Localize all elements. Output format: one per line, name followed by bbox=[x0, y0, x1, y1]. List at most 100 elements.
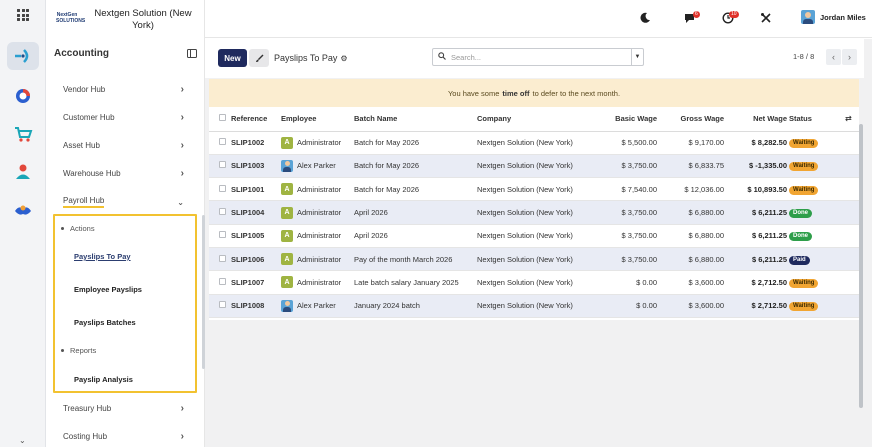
row-checkbox[interactable] bbox=[209, 224, 231, 248]
column-header[interactable]: Gross Wage bbox=[659, 107, 726, 132]
cell-basic-wage: $ 5,500.00 bbox=[603, 131, 659, 155]
sidebar-item-treasury-hub[interactable]: Treasury Hub › bbox=[63, 403, 184, 414]
cell-basic-wage: $ 3,750.00 bbox=[603, 247, 659, 272]
user-menu[interactable]: Jordan Miles bbox=[801, 10, 866, 24]
chevron-down-icon: ⌄ bbox=[177, 197, 184, 207]
sidebar-item-asset-hub[interactable]: Asset Hub › bbox=[63, 140, 184, 151]
breadcrumb: Payslips To Pay ⚙ bbox=[274, 53, 348, 63]
column-header[interactable]: Employee bbox=[281, 107, 354, 132]
cell-gross-wage: $ 6,880.00 bbox=[659, 224, 726, 248]
pager-previous-button[interactable]: ‹ bbox=[826, 49, 841, 65]
column-header[interactable]: Reference bbox=[231, 107, 281, 132]
submenu-employee-payslips[interactable]: Employee Payslips bbox=[74, 285, 142, 294]
table-row[interactable]: SLIP1002 A Administrator Batch for May 2026… bbox=[209, 131, 859, 155]
table-row[interactable]: SLIP1007 A Administrator Late batch salary … bbox=[209, 270, 859, 295]
rail-expand-icon[interactable]: ⌄ bbox=[19, 436, 26, 445]
search-placeholder: Search... bbox=[451, 53, 482, 62]
search-options-dropdown[interactable]: ▼ bbox=[631, 49, 643, 65]
gear-icon[interactable]: ⚙ bbox=[340, 54, 347, 63]
cell-basic-wage: $ 3,750.00 bbox=[603, 200, 659, 225]
table-row[interactable]: SLIP1001 A Administrator Batch for May 2026… bbox=[209, 177, 859, 202]
employee-name: Alex Parker bbox=[297, 301, 336, 311]
chevron-right-icon: › bbox=[180, 403, 184, 414]
employee-avatar: A bbox=[281, 229, 293, 242]
table-row[interactable]: SLIP1004 A Administrator April 2026 Nextgen … bbox=[209, 200, 859, 225]
status-badge: Waiting bbox=[789, 139, 819, 149]
row-checkbox[interactable] bbox=[209, 247, 231, 272]
chat-count-badge: 6 bbox=[693, 11, 700, 18]
payslip-list: Reference Employee Batch Name Company Ba… bbox=[209, 107, 859, 320]
status-badge: Waiting bbox=[789, 278, 819, 288]
chevron-right-icon: › bbox=[180, 140, 184, 151]
payslip-table: Reference Employee Batch Name Company Ba… bbox=[209, 107, 859, 318]
cell-employee: A Administrator bbox=[281, 131, 354, 155]
employee-name: Administrator bbox=[297, 231, 342, 241]
column-header[interactable]: Company bbox=[477, 107, 603, 132]
optional-columns-icon[interactable]: ⇄ bbox=[845, 107, 859, 132]
cell-gross-wage: $ 6,880.00 bbox=[659, 247, 726, 272]
row-checkbox[interactable] bbox=[209, 270, 231, 295]
cell-net-wage: $ -1,335.00 bbox=[726, 154, 789, 179]
row-checkbox[interactable] bbox=[209, 200, 231, 225]
status-badge: Done bbox=[789, 232, 812, 242]
row-spacer bbox=[845, 224, 859, 248]
table-header-row: Reference Employee Batch Name Company Ba… bbox=[209, 107, 859, 132]
accounting-app-icon[interactable] bbox=[7, 42, 39, 70]
pager-value[interactable]: 1-8 / 8 bbox=[793, 52, 814, 61]
submenu-payslips-to-pay[interactable]: Payslips To Pay bbox=[74, 252, 131, 261]
brush-icon[interactable] bbox=[249, 49, 269, 67]
cell-net-wage: $ 6,211.25 bbox=[726, 247, 789, 272]
sidebar-item-costing-hub[interactable]: Costing Hub › bbox=[63, 431, 184, 442]
column-header[interactable]: Status bbox=[789, 107, 845, 132]
new-button[interactable]: New bbox=[218, 49, 247, 67]
pager-next-button[interactable]: › bbox=[842, 49, 857, 65]
page-title: Payslips To Pay bbox=[274, 53, 338, 63]
column-header[interactable]: Basic Wage bbox=[603, 107, 659, 132]
row-checkbox[interactable] bbox=[209, 294, 231, 318]
employee-avatar: A bbox=[281, 183, 293, 196]
chevron-right-icon: › bbox=[180, 431, 184, 442]
sidebar-item-customer-hub[interactable]: Customer Hub › bbox=[63, 112, 184, 123]
column-header[interactable]: Batch Name bbox=[354, 107, 477, 132]
cell-basic-wage: $ 7,540.00 bbox=[603, 177, 659, 202]
sidebar-item-label: Warehouse Hub bbox=[63, 169, 121, 178]
cell-status: Done bbox=[789, 200, 845, 225]
cell-company: Nextgen Solution (New York) bbox=[477, 200, 603, 225]
search-input[interactable]: Search... ▼ bbox=[432, 48, 644, 66]
row-spacer bbox=[845, 247, 859, 272]
status-badge: Paid bbox=[789, 255, 810, 265]
sidebar-item-payroll-hub[interactable]: Payroll Hub ⌄ bbox=[63, 196, 184, 208]
people-app-icon[interactable] bbox=[7, 158, 39, 186]
submenu-payslips-batches[interactable]: Payslips Batches bbox=[74, 318, 136, 327]
employee-name: Administrator bbox=[297, 208, 342, 218]
company-name[interactable]: Nextgen Solution (New York) bbox=[90, 8, 196, 32]
submenu-payslip-analysis[interactable]: Payslip Analysis bbox=[74, 375, 133, 384]
toggle-sidebar-icon[interactable] bbox=[187, 49, 197, 58]
cell-company: Nextgen Solution (New York) bbox=[477, 131, 603, 155]
apps-grid-icon[interactable] bbox=[17, 9, 29, 21]
cell-gross-wage: $ 3,600.00 bbox=[659, 294, 726, 318]
sidebar-item-warehouse-hub[interactable]: Warehouse Hub › bbox=[63, 168, 184, 179]
handshake-app-icon[interactable] bbox=[7, 196, 39, 224]
cell-reference: SLIP1007 bbox=[231, 270, 281, 295]
table-row[interactable]: SLIP1003 Alex Parker Batch for May 2026 Nex… bbox=[209, 154, 859, 179]
table-row[interactable]: SLIP1005 A Administrator April 2026 Nextgen … bbox=[209, 224, 859, 248]
row-checkbox[interactable] bbox=[209, 177, 231, 202]
sidebar-item-vendor-hub[interactable]: Vendor Hub › bbox=[63, 84, 184, 95]
table-row[interactable]: SLIP1006 A Administrator Pay of the month M… bbox=[209, 247, 859, 272]
cart-app-icon[interactable] bbox=[7, 120, 39, 148]
tools-icon[interactable] bbox=[760, 12, 772, 27]
dark-mode-icon[interactable] bbox=[639, 12, 651, 27]
row-checkbox[interactable] bbox=[209, 131, 231, 155]
table-row[interactable]: SLIP1008 Alex Parker January 2024 batch Nex… bbox=[209, 294, 859, 318]
cell-employee: Alex Parker bbox=[281, 154, 354, 179]
row-checkbox[interactable] bbox=[209, 154, 231, 179]
employee-name: Administrator bbox=[297, 277, 342, 287]
column-header[interactable]: Net Wage bbox=[726, 107, 789, 132]
cell-batch-name: Batch for May 2026 bbox=[354, 154, 477, 179]
select-all-checkbox[interactable] bbox=[209, 107, 231, 132]
main-scrollbar[interactable] bbox=[859, 124, 863, 408]
cell-company: Nextgen Solution (New York) bbox=[477, 270, 603, 295]
app-rail: ⌄ bbox=[0, 0, 46, 447]
hub-app-icon[interactable] bbox=[7, 82, 39, 110]
